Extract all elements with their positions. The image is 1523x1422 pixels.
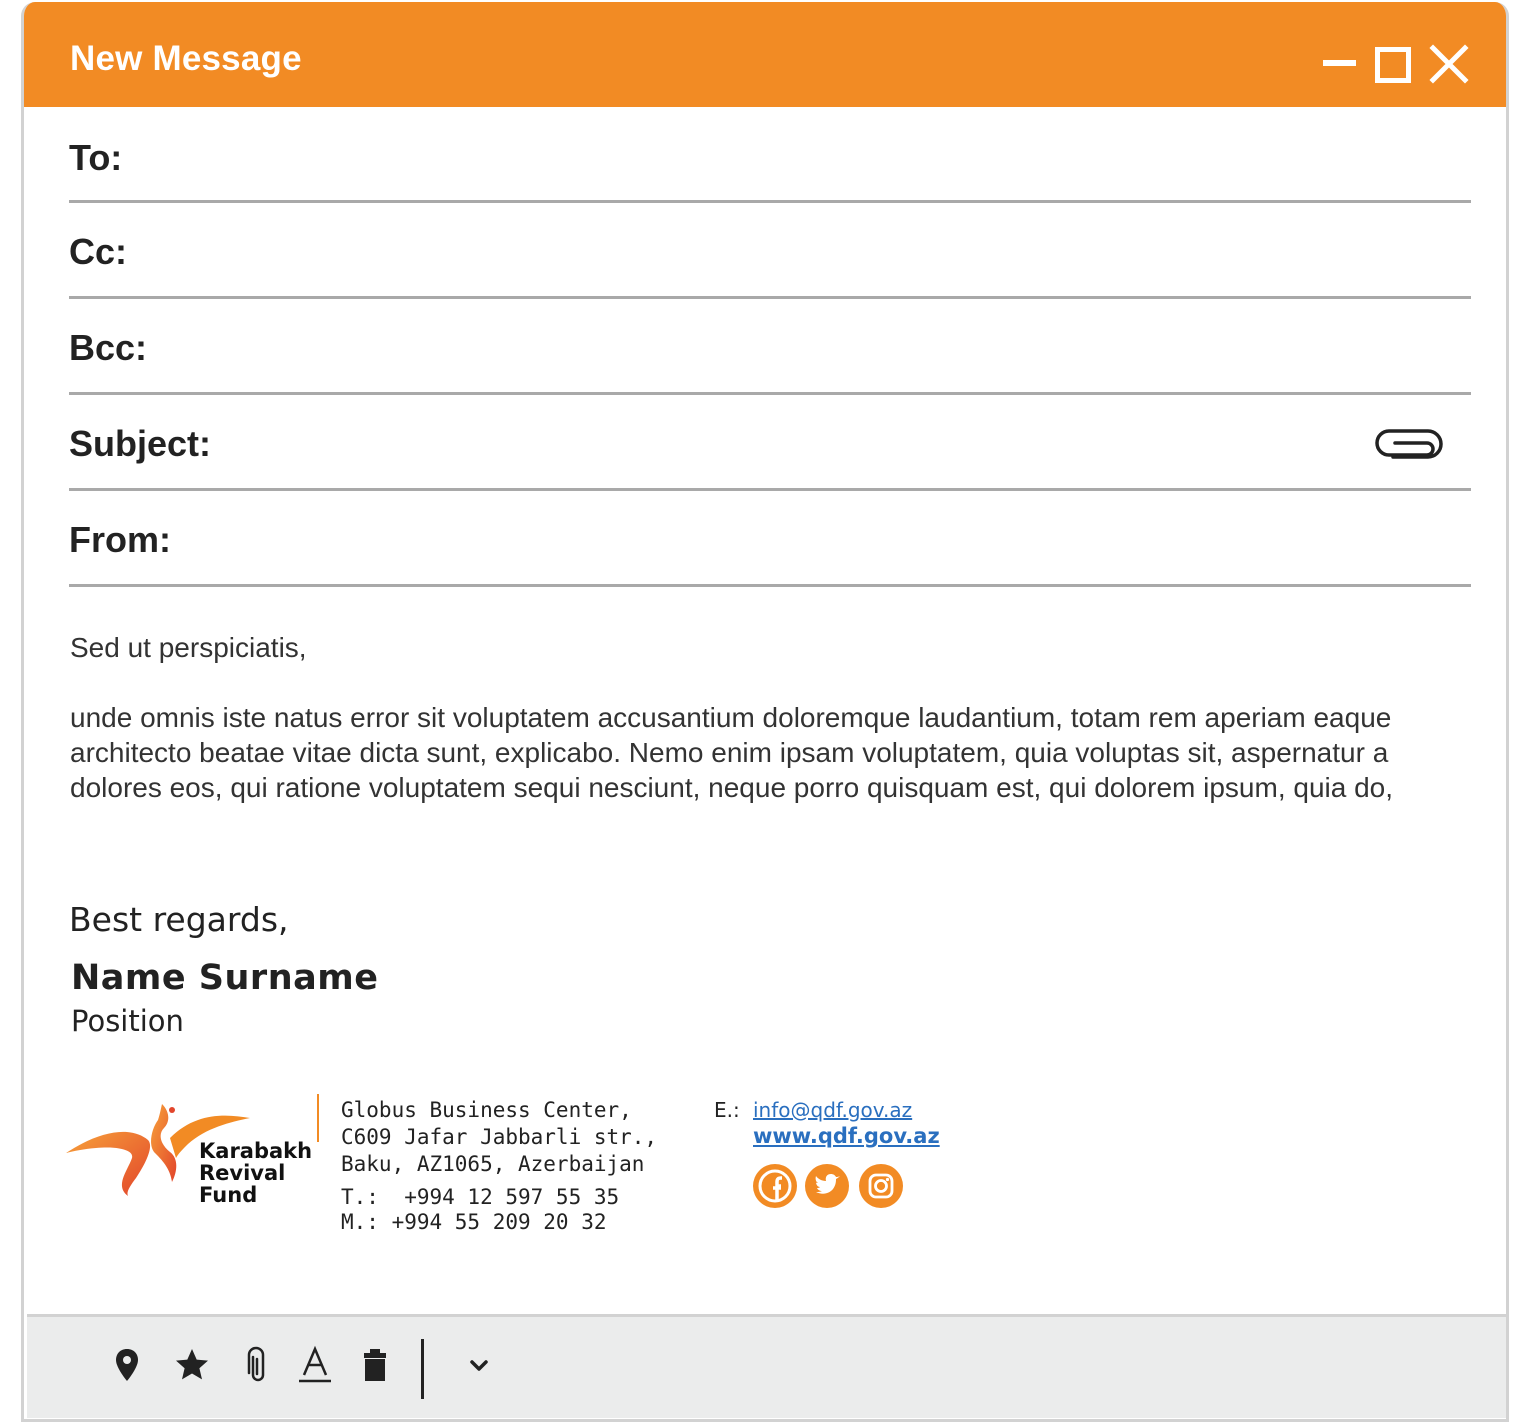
star-icon[interactable] [172, 1345, 212, 1385]
bottom-toolbar [27, 1314, 1506, 1418]
email-link[interactable]: info@qdf.gov.az [753, 1098, 912, 1122]
from-input[interactable] [219, 511, 1391, 563]
message-greeting[interactable]: Sed ut perspiciatis, [70, 630, 1480, 665]
signature-regards: Best regards, [69, 900, 289, 939]
subject-label: Subject: [69, 423, 212, 464]
phone-line: M.: +994 55 209 20 32 [341, 1210, 607, 1234]
compose-window: New Message To: Cc: Bcc: Subject: From: … [21, 2, 1509, 1422]
location-pin-icon[interactable] [107, 1345, 147, 1385]
cc-field: Cc: [69, 203, 1471, 299]
text-format-icon[interactable] [295, 1345, 335, 1385]
to-field: To: [69, 107, 1471, 203]
to-label: To: [69, 137, 123, 178]
subject-field: Subject: [69, 395, 1471, 491]
twitter-icon[interactable] [805, 1164, 849, 1208]
message-paragraph[interactable]: unde omnis iste natus error sit voluptat… [70, 700, 1480, 805]
signature-position: Position [71, 1004, 184, 1038]
bcc-label: Bcc: [69, 327, 148, 368]
maximize-button[interactable] [1375, 47, 1411, 83]
email-label: E.: [714, 1098, 740, 1122]
facebook-icon[interactable] [753, 1164, 797, 1208]
trash-icon[interactable] [355, 1345, 395, 1385]
bcc-input[interactable] [269, 319, 1391, 371]
subject-input[interactable] [239, 415, 1391, 467]
address-line: Baku, AZ1065, Azerbaijan [341, 1152, 645, 1176]
phone-line: T.: +994 12 597 55 35 [341, 1185, 620, 1209]
from-field: From: [69, 491, 1471, 587]
logo-text: Karabakh Revival Fund [199, 1140, 312, 1206]
window-title: New Message [70, 39, 302, 78]
signature-name: Name Surname [71, 958, 379, 998]
to-input[interactable] [269, 127, 1391, 179]
signature-address: Globus Business Center, C609 Jafar Jabba… [341, 1097, 657, 1178]
logo-line: Fund [199, 1183, 258, 1207]
paperclip-icon[interactable] [237, 1345, 277, 1385]
address-line: C609 Jafar Jabbarli str., [341, 1125, 658, 1149]
from-label: From: [69, 519, 171, 560]
cc-input[interactable] [269, 223, 1391, 275]
signature-divider [317, 1094, 319, 1142]
address-line: Globus Business Center, [341, 1098, 632, 1122]
bcc-field: Bcc: [69, 299, 1471, 395]
logo-line: Karabakh [199, 1139, 313, 1163]
title-bar: New Message [24, 2, 1506, 107]
toolbar-separator [421, 1339, 424, 1399]
close-icon[interactable] [1429, 44, 1469, 84]
website-link[interactable]: www.qdf.gov.az [753, 1124, 940, 1148]
cc-label: Cc: [69, 231, 128, 272]
chevron-down-icon[interactable] [459, 1345, 499, 1385]
logo-line: Revival [199, 1161, 286, 1185]
instagram-icon[interactable] [859, 1164, 903, 1208]
minimize-button[interactable] [1323, 60, 1356, 66]
paperclip-icon[interactable] [1373, 427, 1443, 461]
signature-phones: T.: +994 12 597 55 35 M.: +994 55 209 20… [341, 1185, 619, 1235]
